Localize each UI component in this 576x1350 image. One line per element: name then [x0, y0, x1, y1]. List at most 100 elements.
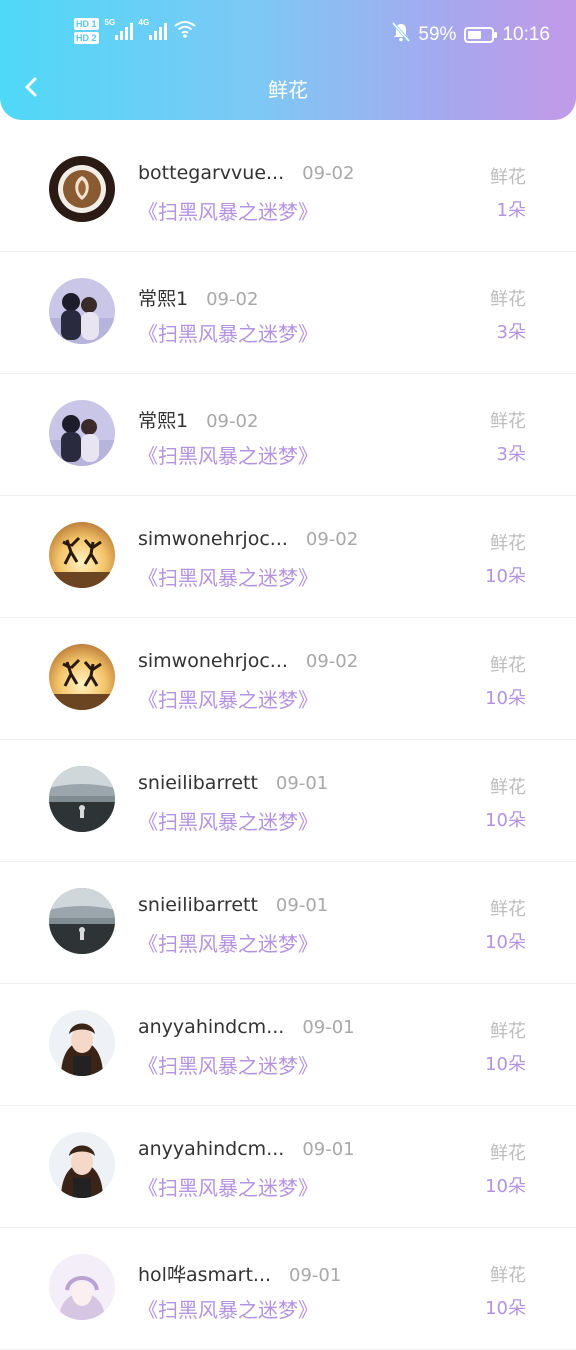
mute-bell-icon	[392, 22, 411, 48]
network-type-4g: 4G	[138, 18, 150, 27]
avatar[interactable]	[49, 1254, 115, 1320]
hd-badges: HD 1 HD 2	[74, 18, 99, 44]
movie-title: 《扫黑风暴之迷梦》	[138, 810, 318, 834]
movie-title: 《扫黑风暴之迷梦》	[138, 322, 318, 346]
record-date: 09-01	[289, 1265, 342, 1286]
name-line: hol哗asmart... 09-01	[138, 1260, 341, 1287]
username: 常熙1	[138, 410, 189, 432]
movie-title: 《扫黑风暴之迷梦》	[138, 566, 318, 590]
name-line: snieilibarrett 09-01	[138, 772, 328, 794]
flower-record-list: bottegarvvue... 09-02 《扫黑风暴之迷梦》 鲜花 1朵 常熙1 09-0…	[0, 130, 576, 1350]
name-line: anyyahindcm... 09-01	[138, 1016, 355, 1038]
status-bar: HD 1 HD 2 5G 4G 59% 10:16	[0, 12, 576, 58]
battery-percent: 59%	[418, 24, 457, 45]
record-date: 09-01	[302, 1139, 355, 1160]
avatar[interactable]	[49, 888, 115, 954]
avatar[interactable]	[49, 522, 115, 588]
avatar[interactable]	[49, 766, 115, 832]
gift-count: 10朵	[485, 810, 526, 831]
gift-count: 3朵	[496, 322, 526, 343]
wifi-icon	[173, 20, 197, 42]
gift-count: 10朵	[485, 1298, 526, 1319]
username: hol哗asmart...	[138, 1264, 272, 1286]
status-right: 59% 10:16	[392, 22, 550, 48]
signal-icon: 5G	[105, 18, 133, 40]
avatar[interactable]	[49, 1010, 115, 1076]
header: HD 1 HD 2 5G 4G 59% 10:16 鲜花	[0, 0, 576, 120]
gift-count: 1朵	[496, 200, 526, 221]
username: bottegarvvue...	[138, 162, 285, 184]
movie-title: 《扫黑风暴之迷梦》	[138, 1176, 318, 1200]
gift-count: 3朵	[496, 444, 526, 465]
username: anyyahindcm...	[138, 1138, 285, 1160]
record-date: 09-02	[305, 529, 359, 550]
gift-type-label: 鲜花	[490, 899, 526, 920]
page-title: 鲜花	[268, 78, 308, 102]
record-date: 09-02	[206, 411, 259, 432]
movie-title: 《扫黑风暴之迷梦》	[138, 932, 318, 956]
signal-icon: 4G	[139, 18, 167, 40]
gift-type-label: 鲜花	[490, 533, 526, 554]
record-row[interactable]: snieilibarrett 09-01 《扫黑风暴之迷梦》 鲜花 10朵	[0, 740, 576, 862]
battery-fill	[468, 31, 482, 39]
record-row[interactable]: anyyahindcm... 09-01 《扫黑风暴之迷梦》 鲜花 10朵	[0, 1106, 576, 1228]
movie-title: 《扫黑风暴之迷梦》	[138, 1298, 318, 1322]
gift-type-label: 鲜花	[490, 289, 526, 310]
name-line: 常熙1 09-02	[138, 406, 258, 433]
movie-title: 《扫黑风暴之迷梦》	[138, 444, 318, 468]
record-row[interactable]: simwonehrjoc... 09-02 《扫黑风暴之迷梦》 鲜花 10朵	[0, 618, 576, 740]
network-type-5g: 5G	[104, 18, 116, 27]
avatar[interactable]	[49, 644, 115, 710]
record-row[interactable]: 常熙1 09-02 《扫黑风暴之迷梦》 鲜花 3朵	[0, 374, 576, 496]
record-row[interactable]: bottegarvvue... 09-02 《扫黑风暴之迷梦》 鲜花 1朵	[0, 130, 576, 252]
username: simwonehrjoc...	[138, 528, 288, 550]
gift-type-label: 鲜花	[490, 777, 526, 798]
gift-type-label: 鲜花	[490, 1265, 526, 1286]
gift-count: 10朵	[485, 566, 526, 587]
name-line: snieilibarrett 09-01	[138, 894, 328, 916]
name-line: simwonehrjoc... 09-02	[138, 528, 358, 550]
username: simwonehrjoc...	[138, 650, 288, 672]
avatar[interactable]	[49, 400, 115, 466]
hd2-badge: HD 2	[74, 32, 99, 44]
gift-type-label: 鲜花	[490, 1021, 526, 1042]
nav-bar: 鲜花	[0, 62, 576, 112]
record-row[interactable]: 常熙1 09-02 《扫黑风暴之迷梦》 鲜花 3朵	[0, 252, 576, 374]
movie-title: 《扫黑风暴之迷梦》	[138, 200, 318, 224]
gift-count: 10朵	[485, 932, 526, 953]
record-date: 09-02	[206, 289, 259, 310]
record-row[interactable]: snieilibarrett 09-01 《扫黑风暴之迷梦》 鲜花 10朵	[0, 862, 576, 984]
battery-icon	[464, 27, 498, 43]
gift-count: 10朵	[485, 1176, 526, 1197]
record-date: 09-01	[302, 1017, 355, 1038]
username: snieilibarrett	[138, 894, 258, 916]
record-row[interactable]: hol哗asmart... 09-01 《扫黑风暴之迷梦》 鲜花 10朵	[0, 1228, 576, 1350]
record-date: 09-01	[275, 895, 329, 916]
movie-title: 《扫黑风暴之迷梦》	[138, 1054, 318, 1078]
clock: 10:16	[502, 24, 550, 45]
gift-type-label: 鲜花	[490, 411, 526, 432]
avatar[interactable]	[49, 1132, 115, 1198]
gift-type-label: 鲜花	[490, 167, 526, 188]
name-line: bottegarvvue... 09-02	[138, 162, 354, 184]
name-line: simwonehrjoc... 09-02	[138, 650, 358, 672]
name-line: anyyahindcm... 09-01	[138, 1138, 355, 1160]
name-line: 常熙1 09-02	[138, 284, 258, 311]
username: snieilibarrett	[138, 772, 258, 794]
movie-title: 《扫黑风暴之迷梦》	[138, 688, 318, 712]
status-left: HD 1 HD 2 5G 4G	[74, 18, 197, 44]
gift-type-label: 鲜花	[490, 1143, 526, 1164]
record-date: 09-01	[275, 773, 329, 794]
avatar[interactable]	[49, 156, 115, 222]
avatar[interactable]	[49, 278, 115, 344]
gift-type-label: 鲜花	[490, 655, 526, 676]
record-row[interactable]: simwonehrjoc... 09-02 《扫黑风暴之迷梦》 鲜花 10朵	[0, 496, 576, 618]
gift-count: 10朵	[485, 1054, 526, 1075]
gift-count: 10朵	[485, 688, 526, 709]
record-date: 09-02	[302, 163, 355, 184]
record-row[interactable]: anyyahindcm... 09-01 《扫黑风暴之迷梦》 鲜花 10朵	[0, 984, 576, 1106]
hd1-badge: HD 1	[74, 18, 99, 30]
username: anyyahindcm...	[138, 1016, 285, 1038]
username: 常熙1	[138, 288, 189, 310]
record-date: 09-02	[305, 651, 359, 672]
